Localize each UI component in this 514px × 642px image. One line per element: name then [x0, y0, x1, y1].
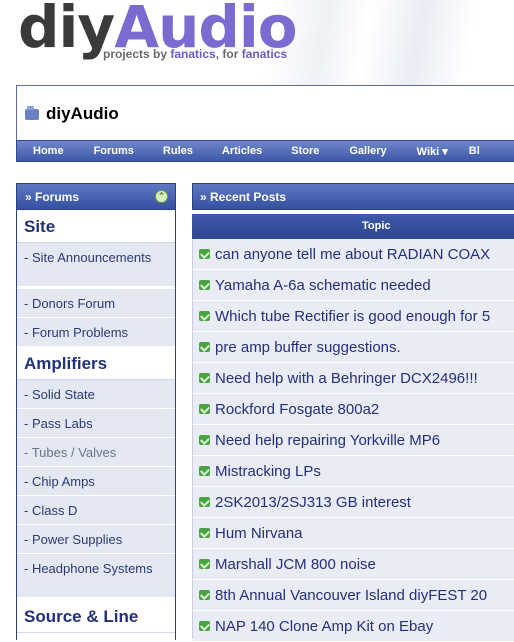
new-post-icon: [199, 497, 210, 507]
forum-donors[interactable]: - Donors Forum: [17, 289, 175, 318]
new-post-icon: [199, 404, 210, 414]
forum-site-announcements[interactable]: - Site Announcements: [17, 243, 175, 287]
new-post-icon: [199, 466, 210, 476]
post-title-link[interactable]: Need help repairing Yorkville MP6: [215, 432, 440, 449]
forums-panel-title: » Forums: [25, 190, 80, 204]
category-source-line[interactable]: Source & Line: [17, 600, 175, 633]
list-item[interactable]: 2SK2013/2SJ313 GB interest: [193, 487, 514, 518]
list-item[interactable]: 8th Annual Vancouver Island diyFEST 20: [193, 580, 514, 611]
forum-power-supplies[interactable]: - Power Supplies: [17, 525, 175, 554]
nav-store[interactable]: Store: [291, 145, 319, 157]
recent-posts-header: » Recent Posts: [192, 183, 514, 210]
site-title[interactable]: diyAudio: [46, 104, 119, 124]
category-amplifiers[interactable]: Amplifiers: [17, 347, 175, 380]
post-title-link[interactable]: pre amp buffer suggestions.: [215, 339, 401, 356]
post-title-link[interactable]: Hum Nirvana: [215, 525, 303, 542]
forum-pass-labs[interactable]: - Pass Labs: [17, 409, 175, 438]
post-title-link[interactable]: Mistracking LPs: [215, 463, 321, 480]
new-post-icon: [199, 280, 210, 290]
new-post-icon: [199, 311, 210, 321]
site-title-bar: diyAudio: [16, 85, 514, 141]
forums-panel-header[interactable]: » Forums ⌃: [16, 183, 176, 210]
list-item[interactable]: Mistracking LPs: [193, 456, 514, 487]
collapse-up-icon[interactable]: ⌃: [155, 190, 168, 203]
post-title-link[interactable]: 8th Annual Vancouver Island diyFEST 20: [215, 587, 487, 604]
post-title-link[interactable]: Marshall JCM 800 noise: [215, 556, 376, 573]
category-site[interactable]: Site: [17, 210, 175, 243]
list-item[interactable]: NAP 140 Clone Amp Kit on Ebay: [193, 611, 514, 642]
nav-wiki[interactable]: Wiki ▾: [417, 145, 448, 158]
new-post-icon: [199, 621, 210, 631]
forum-class-d[interactable]: - Class D: [17, 496, 175, 525]
forums-list: Site - Site Announcements - Donors Forum…: [16, 210, 176, 640]
recent-posts-list: can anyone tell me about RADIAN COAX Yam…: [192, 239, 514, 642]
post-title-link[interactable]: can anyone tell me about RADIAN COAX: [215, 246, 490, 263]
forum-problems[interactable]: - Forum Problems: [17, 318, 175, 347]
forum-chip-amps[interactable]: - Chip Amps: [17, 467, 175, 496]
logo-tagline: projects by fanatics, for fanatics: [103, 47, 288, 61]
forum-tubes-valves[interactable]: - Tubes / Valves: [17, 438, 175, 467]
recent-posts-title: » Recent Posts: [200, 190, 287, 204]
new-post-icon: [199, 342, 210, 352]
new-post-icon: [199, 435, 210, 445]
nav-forums[interactable]: Forums: [94, 145, 134, 157]
nav-gallery[interactable]: Gallery: [349, 145, 386, 157]
new-post-icon: [199, 559, 210, 569]
list-item[interactable]: Need help with a Behringer DCX2496!!!: [193, 363, 514, 394]
list-item[interactable]: Marshall JCM 800 noise: [193, 549, 514, 580]
nav-articles[interactable]: Articles: [222, 145, 262, 157]
folder-icon: [25, 106, 39, 120]
list-item[interactable]: Hum Nirvana: [193, 518, 514, 549]
post-title-link[interactable]: NAP 140 Clone Amp Kit on Ebay: [215, 618, 433, 635]
main-navigation: Home Forums Rules Articles Store Gallery…: [16, 140, 514, 162]
post-title-link[interactable]: Which tube Rectifier is good enough for …: [215, 308, 490, 325]
nav-blogs[interactable]: Bl: [469, 145, 480, 157]
new-post-icon: [199, 373, 210, 383]
forum-solid-state[interactable]: - Solid State: [17, 380, 175, 409]
topic-column-header[interactable]: Topic: [192, 214, 514, 239]
list-item[interactable]: Need help repairing Yorkville MP6: [193, 425, 514, 456]
nav-rules[interactable]: Rules: [163, 145, 193, 157]
list-item[interactable]: Rockford Fosgate 800a2: [193, 394, 514, 425]
post-title-link[interactable]: Need help with a Behringer DCX2496!!!: [215, 370, 478, 387]
post-title-link[interactable]: Rockford Fosgate 800a2: [215, 401, 379, 418]
new-post-icon: [199, 249, 210, 259]
post-title-link[interactable]: Yamaha A-6a schematic needed: [215, 277, 431, 294]
new-post-icon: [199, 590, 210, 600]
forum-headphone-systems[interactable]: - Headphone Systems: [17, 554, 175, 598]
new-post-icon: [199, 528, 210, 538]
list-item[interactable]: Yamaha A-6a schematic needed: [193, 270, 514, 301]
list-item[interactable]: Which tube Rectifier is good enough for …: [193, 301, 514, 332]
nav-home[interactable]: Home: [33, 145, 64, 157]
post-title-link[interactable]: 2SK2013/2SJ313 GB interest: [215, 494, 411, 511]
list-item[interactable]: pre amp buffer suggestions.: [193, 332, 514, 363]
list-item[interactable]: can anyone tell me about RADIAN COAX: [193, 239, 514, 270]
